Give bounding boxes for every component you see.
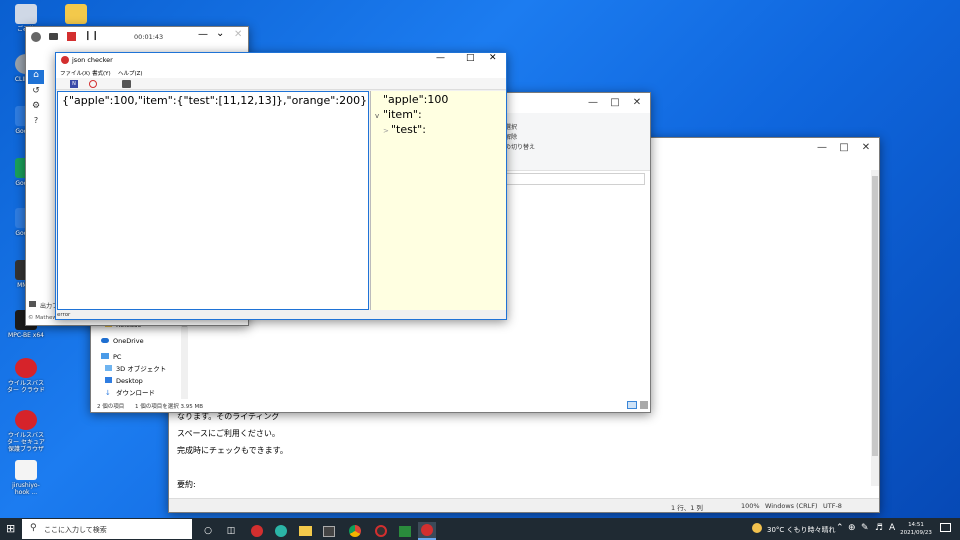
taskbar-search[interactable]: ⚲ ここに入力して検索 <box>22 519 192 539</box>
recorder-toolbar: ❙❙ 00:01:43 — ⌄ ✕ <box>26 27 248 47</box>
large-icons-view-icon[interactable] <box>640 401 648 409</box>
clock[interactable]: 14:51 2021/09/23 <box>900 521 932 537</box>
collapse-chevron-icon[interactable]: > <box>383 124 391 139</box>
json-input-area[interactable]: {"apple":100,"item":{"test":[11,12,13]},… <box>57 91 369 310</box>
recorder-taskbar-icon[interactable] <box>372 522 390 540</box>
json-statusbar: error <box>56 311 506 319</box>
minimize-button[interactable]: — <box>811 138 833 156</box>
close-button[interactable]: ✕ <box>489 53 497 63</box>
edge-icon[interactable] <box>272 522 290 540</box>
json-checker-window[interactable]: json checker — □ ✕ ファイル(X) 書式(Y) ヘルプ(Z) … <box>55 52 507 320</box>
menu-help[interactable]: ヘルプ(Z) <box>118 69 143 77</box>
expand-chevron-icon[interactable]: v <box>375 109 383 124</box>
file-explorer-icon[interactable] <box>296 522 314 540</box>
virus-buster-icon[interactable]: ウイルスバスター クラウド <box>6 358 46 394</box>
cube-icon <box>105 365 112 371</box>
explorer-statusbar: 2 個の項目 1 個の項目を選択 3.95 MB <box>91 400 650 412</box>
folder-icon[interactable] <box>56 4 96 26</box>
json-input-text: {"apple":100,"item":{"test":[11,12,13]},… <box>62 94 368 107</box>
close-button[interactable]: ✕ <box>855 138 877 156</box>
recorder-sidebar: ⌂ ↺ ⚙ ? <box>26 68 46 325</box>
nav-item-3d-objects[interactable]: 3D オブジェクト <box>91 363 181 375</box>
desktop-icon <box>105 377 112 383</box>
notepad-statusbar: 1 行、1 列 100% Windows (CRLF) UTF-8 <box>169 498 879 512</box>
recording-time: 00:01:43 <box>134 33 164 41</box>
secure-browser-icon[interactable]: ウイルスバスター セキュア 保護ブラウザ <box>6 410 46 453</box>
minimize-button[interactable]: — <box>436 53 445 63</box>
taskbar: ⊞ ⚲ ここに入力して検索 ○ ◫ 30°C くもり時々晴れ ⌃ ⊕ ✎ ♬ A… <box>0 518 960 540</box>
validation-status: error <box>57 312 71 318</box>
download-arrow-icon: ↓ <box>105 389 111 397</box>
nav-item-desktop[interactable]: Desktop <box>91 375 181 387</box>
window-title: json checker <box>72 56 113 64</box>
upload-icon[interactable] <box>31 32 41 42</box>
history-icon[interactable]: ↺ <box>28 86 44 100</box>
vertical-scrollbar[interactable] <box>871 170 879 486</box>
maximize-button[interactable]: □ <box>833 138 855 156</box>
pc-icon <box>101 353 109 359</box>
details-view-icon[interactable] <box>627 401 637 409</box>
menu-file[interactable]: ファイル(X) <box>60 69 90 77</box>
json-tree-view[interactable]: "apple":100 v "item": > "test": <box>370 91 506 310</box>
menubar: ファイル(X) 書式(Y) ヘルプ(Z) <box>56 68 506 78</box>
maximize-button[interactable]: □ <box>466 53 475 63</box>
windows-start-icon[interactable]: ⊞ <box>6 523 18 535</box>
zip-file-icon[interactable]: jirushiyo-hook ... <box>6 460 46 496</box>
export-icon[interactable] <box>122 80 131 88</box>
minimize-button[interactable]: — <box>582 93 604 111</box>
home-icon[interactable]: ⌂ <box>28 70 44 84</box>
tree-node-test[interactable]: > "test": <box>375 123 448 139</box>
chrome-icon[interactable] <box>346 522 364 540</box>
minimize-button[interactable]: — <box>198 29 208 40</box>
search-box[interactable] <box>499 173 645 185</box>
collapse-icon[interactable]: ⌄ <box>216 28 224 39</box>
pen-icon[interactable]: ✎ <box>861 523 869 533</box>
ime-indicator[interactable]: A <box>889 523 895 533</box>
nav-item-onedrive[interactable]: OneDrive <box>91 335 181 347</box>
speaker-icon[interactable]: ♬ <box>875 523 883 533</box>
notification-icon[interactable] <box>940 523 951 532</box>
clear-icon[interactable] <box>89 80 97 88</box>
close-button[interactable]: ✕ <box>234 29 242 40</box>
terminal-icon[interactable] <box>396 522 414 540</box>
nav-item-downloads[interactable]: ↓ ダウンロード <box>91 387 181 399</box>
json-checker-taskbar-icon[interactable] <box>418 522 436 540</box>
pause-icon[interactable]: ❙❙ <box>84 32 99 41</box>
task-view-icon[interactable]: ◫ <box>222 522 240 540</box>
format-icon[interactable]: N <box>70 80 78 88</box>
nav-item-pc[interactable]: PC <box>91 351 181 363</box>
stop-icon[interactable] <box>67 32 76 41</box>
toolbar: N <box>56 78 506 90</box>
navigation-pane: Release OneDrive PC 3D オブジェクト Desktop ↓ダ… <box>91 319 181 399</box>
chevron-up-icon[interactable]: ⌃ <box>836 523 844 533</box>
tree-node-apple[interactable]: "apple":100 <box>375 93 448 108</box>
ribbon-select-group[interactable]: 選択 解除 の切り替え <box>505 123 535 153</box>
tree-node-item[interactable]: v "item": <box>375 108 448 124</box>
gear-icon[interactable]: ⚙ <box>28 101 44 115</box>
weather-text[interactable]: 30°C くもり時々晴れ <box>767 525 836 535</box>
network-icon[interactable]: ⊕ <box>848 523 856 533</box>
search-icon: ⚲ <box>30 523 37 533</box>
menu-format[interactable]: 書式(Y) <box>92 69 111 77</box>
folder-icon <box>29 301 36 307</box>
help-icon[interactable]: ? <box>28 116 44 130</box>
app-icon <box>61 56 69 64</box>
json-checker-titlebar[interactable]: json checker — □ ✕ <box>56 53 506 68</box>
store-icon[interactable] <box>320 522 338 540</box>
notepad-text[interactable]: なります。そのライティング スペースにご利用ください。 完成時にチェックもできま… <box>177 408 288 493</box>
weather-icon[interactable] <box>752 523 762 533</box>
camera-icon[interactable] <box>49 33 58 40</box>
maximize-button[interactable]: □ <box>604 93 626 111</box>
virus-buster-taskbar-icon[interactable] <box>248 522 266 540</box>
scrollbar-thumb[interactable] <box>872 176 878 456</box>
cloud-icon <box>101 338 109 343</box>
close-button[interactable]: ✕ <box>626 93 648 111</box>
cortana-icon[interactable]: ○ <box>199 522 217 540</box>
